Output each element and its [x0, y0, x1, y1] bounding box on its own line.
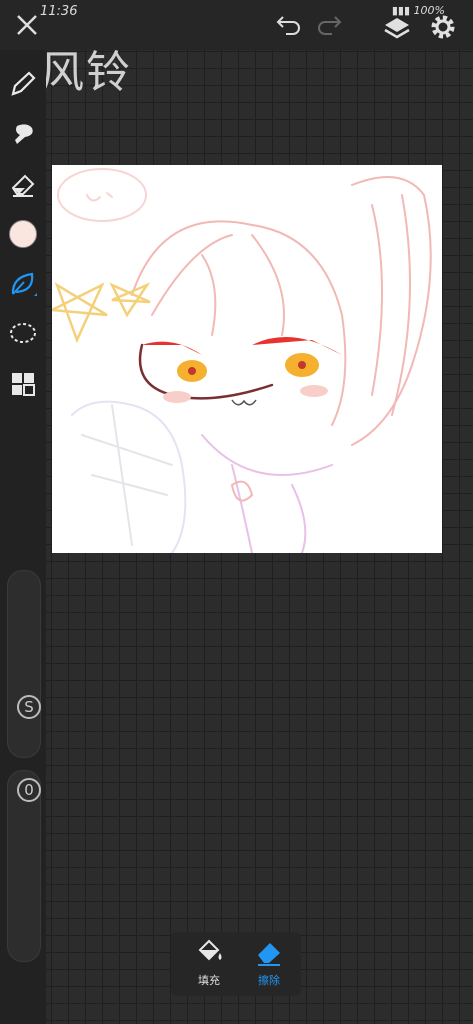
current-color-swatch: [9, 220, 37, 248]
color-picker-button[interactable]: [6, 217, 40, 251]
settings-button[interactable]: [428, 12, 458, 42]
lasso-tool[interactable]: [6, 317, 40, 351]
redo-icon: [318, 16, 342, 35]
close-button[interactable]: [12, 10, 42, 40]
smudge-tool[interactable]: [6, 117, 40, 151]
left-toolbar: S 0: [0, 50, 46, 1024]
brush-tool[interactable]: [6, 267, 40, 301]
brush-size-slider[interactable]: S: [7, 570, 41, 758]
close-icon: [17, 15, 37, 35]
opacity-slider[interactable]: 0: [7, 770, 41, 962]
artist-watermark: 风铃: [40, 47, 132, 98]
opacity-slider-knob[interactable]: 0: [17, 778, 41, 802]
pencil-tool[interactable]: [6, 67, 40, 101]
fill-button[interactable]: 填充: [181, 938, 237, 994]
erase-button[interactable]: 擦除: [241, 938, 297, 994]
gallery-tool[interactable]: [6, 367, 40, 401]
artwork-sketch: [47, 168, 432, 554]
undo-button[interactable]: [274, 10, 304, 40]
undo-icon: [276, 16, 300, 35]
grid-icon: [12, 373, 35, 396]
gear-icon: [431, 15, 455, 39]
drawing-canvas[interactable]: [47, 165, 442, 554]
status-time: 11:36: [40, 4, 78, 19]
eraser-icon: [258, 943, 280, 966]
lasso-icon: [10, 323, 36, 343]
tool-options-panel: 填充 擦除: [171, 932, 301, 996]
redo-button[interactable]: [314, 10, 344, 40]
leaf-brush-icon: [11, 272, 37, 296]
pencil-icon: [11, 71, 36, 96]
eraser-tool[interactable]: [6, 167, 40, 201]
size-slider-knob[interactable]: S: [17, 695, 41, 719]
layers-button[interactable]: [382, 14, 412, 44]
eraser-icon: [11, 174, 35, 197]
erase-label: 擦除: [258, 974, 280, 987]
layers-icon: [384, 18, 410, 39]
smudge-icon: [15, 124, 33, 144]
paint-bucket-icon: [198, 939, 222, 961]
fill-label: 填充: [198, 974, 220, 987]
